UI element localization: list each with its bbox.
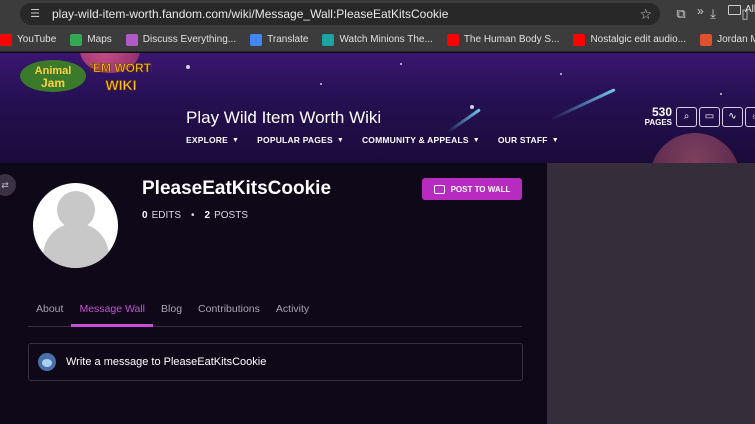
profile-tabs: About Message Wall Blog Contributions Activi… [28,300,522,327]
tab-message-wall[interactable]: Message Wall [71,300,154,327]
nav-item[interactable]: POPULAR PAGES ▼ [257,135,344,145]
all-bookmarks-button[interactable]: All [728,4,755,15]
chevron-down-icon: ▼ [336,136,344,144]
star-decoration [400,63,402,65]
chevron-down-icon: ▼ [551,136,559,144]
bookmark-item[interactable]: The Human Body S... [446,33,560,46]
tab-blog[interactable]: Blog [153,300,190,327]
message-icon [433,184,445,194]
bookmark-favicon-icon [70,33,83,46]
comet-decoration [446,108,481,134]
star-decoration [560,73,562,75]
star-decoration [720,93,722,95]
address-bar[interactable]: ☰ play-wild-item-worth.fandom.com/wiki/M… [20,3,660,25]
bookmark-favicon-icon [573,33,586,46]
comet-decoration [550,88,616,121]
wiki-nav: EXPLORE ▼ POPULAR PAGES ▼ COMMUNITY & APPEAL… [186,135,559,145]
chevron-down-icon: ▼ [472,136,480,144]
post-to-wall-button[interactable]: POST TO WALL [422,178,522,200]
url-text[interactable]: play-wild-item-worth.fandom.com/wiki/Mes… [52,7,448,21]
bookmark-star-icon[interactable]: ☆ [639,6,652,22]
nav-item[interactable]: COMMUNITY & APPEALS ▼ [362,135,480,145]
bookmark-item[interactable]: Watch Minions The... [322,33,433,46]
bookmark-favicon-icon [446,33,459,46]
message-composer[interactable]: Write a message to PleaseEatKitsCookie [28,343,523,381]
page-count: 530 PAGES [640,106,672,128]
separator: • [191,210,195,221]
right-rail [547,163,755,424]
svg-text:Jam: Jam [41,76,65,90]
chevron-down-icon: ▼ [232,136,240,144]
bookmark-item[interactable]: Nostalgic edit audio... [573,33,687,46]
edits-count: 0 [142,210,148,221]
nav-item[interactable]: EXPLORE ▼ [186,135,239,145]
bookmark-favicon-icon [322,33,335,46]
bookmark-item[interactable]: Jordan Marsh's Blue... [700,33,755,46]
bookmark-label: Nostalgic edit audio... [590,34,687,45]
tab-about[interactable]: About [28,300,71,327]
planet-decoration [650,133,740,163]
browser-toolbar: ☰ play-wild-item-worth.fandom.com/wiki/M… [0,0,755,28]
discussions-icon[interactable]: ▭ [699,107,720,127]
bookmark-label: Jordan Marsh's Blue... [717,34,755,45]
composer-placeholder[interactable]: Write a message to PleaseEatKitsCookie [66,356,266,368]
bookmark-item[interactable]: YouTube [0,33,57,46]
bookmark-label: The Human Body S... [463,34,560,45]
tab-contributions[interactable]: Contributions [190,300,268,327]
bookmark-label: YouTube [17,34,57,45]
bookmark-label: Discuss Everything... [142,34,237,45]
current-user-avatar [38,353,56,371]
avatar [33,183,118,268]
search-icon[interactable]: ⌕ [676,107,697,127]
bookmark-label: Watch Minions The... [339,34,433,45]
nav-item-label: POPULAR PAGES [257,135,333,145]
bookmark-favicon-icon [700,33,713,46]
bookmark-item[interactable]: Translate [250,33,309,46]
bookmark-label: Translate [267,34,309,45]
posts-count: 2 [204,210,211,221]
posts-label: POSTS [214,210,248,221]
theme-icon[interactable]: ☼ [745,107,755,127]
activity-icon[interactable]: ∿ [722,107,743,127]
nav-item-label: COMMUNITY & APPEALS [361,135,469,145]
bookmark-item[interactable]: Discuss Everything... [125,33,237,46]
bookmark-item[interactable]: Maps [70,33,112,46]
extensions-icon[interactable]: ⧉ [672,5,690,23]
star-decoration [186,65,190,69]
nav-item-label: OUR STAFF [497,135,548,145]
bookmark-label: Maps [87,34,112,45]
animal-jam-logo[interactable]: Animal Jam [18,56,88,94]
download-icon[interactable]: ⤓ [704,5,722,23]
page-title: PleaseEatKitsCookie [142,178,332,199]
bookmarks-bar: YouTube Maps Discuss Everything... Translat… [0,28,755,52]
bookmark-favicon-icon [125,33,138,46]
nav-item[interactable]: OUR STAFF ▼ [498,135,559,145]
wiki-tools: ⌕ ▭ ∿ ☼ [676,107,755,127]
page-count-number: 530 [651,105,672,119]
nav-item-label: EXPLORE [186,135,229,145]
bookmark-favicon-icon [0,33,12,46]
svg-text:ITEM WORTH: ITEM WORTH [90,61,152,75]
svg-text:WIKI: WIKI [105,77,136,93]
site-info-icon[interactable]: ☰ [28,7,42,21]
page-count-label: PAGES [644,118,672,127]
more-bookmarks-icon[interactable]: » [697,4,704,18]
folder-icon [728,4,741,15]
avatar-body [43,223,109,268]
item-worth-logo[interactable]: ITEM WORTH WIKI [90,56,152,96]
user-stats: 0 EDITS • 2 POSTS [142,210,248,221]
edits-label: EDITS [151,210,182,221]
bookmark-favicon-icon [250,33,263,46]
star-decoration [470,105,474,109]
tab-activity[interactable]: Activity [268,300,317,327]
star-decoration [320,83,322,85]
wiki-title[interactable]: Play Wild Item Worth Wiki [186,108,381,128]
